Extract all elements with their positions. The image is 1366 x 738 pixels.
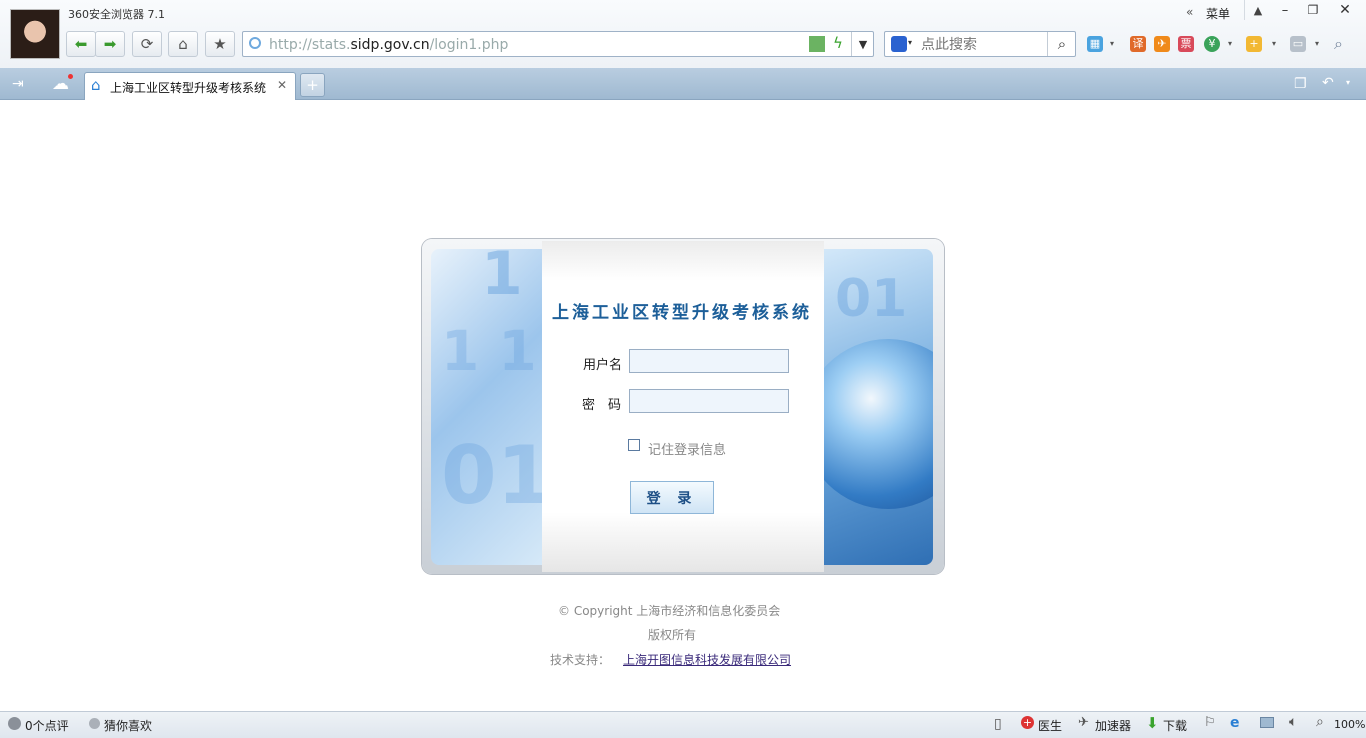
back-arrow-icon: ⬅ [74, 35, 88, 53]
apps-dropdown-icon[interactable]: ▾ [1110, 39, 1114, 48]
rocket-icon[interactable]: ✈ [1078, 715, 1089, 730]
copyright-text: © Copyright 上海市经济和信息化委员会 [558, 604, 781, 618]
password-input[interactable] [629, 389, 789, 413]
app-title: 360安全浏览器 7.1 [68, 8, 165, 21]
binary-decor: 01 [835, 269, 908, 329]
comment-icon[interactable] [8, 717, 21, 730]
rights-text: 版权所有 [648, 628, 697, 642]
tab-list-icon[interactable]: ❐ [1294, 76, 1307, 92]
globe-decor-panel: 01 [823, 249, 933, 565]
username-input[interactable] [629, 349, 789, 373]
flag-icon[interactable]: ⚐ [1204, 715, 1216, 730]
binary-decor: 01 [441, 429, 543, 522]
home-icon: ⌂ [178, 35, 188, 53]
address-dropdown-icon[interactable]: ▼ [851, 32, 874, 56]
sidebar-toggle-icon[interactable]: ⇥ [12, 76, 24, 92]
login-button[interactable]: 登 录 [630, 481, 714, 514]
guess-like-link[interactable]: 猜你喜欢 [104, 717, 152, 734]
home-button[interactable]: ⌂ [168, 31, 198, 57]
system-title: 上海工业区转型升级考核系统 [552, 303, 812, 323]
download-label[interactable]: 下载 [1163, 717, 1187, 734]
star-icon: ★ [213, 35, 227, 53]
undo-close-icon[interactable]: ↶ [1322, 75, 1334, 91]
restore-icon[interactable]: ❐ [1300, 0, 1326, 20]
notification-dot [68, 74, 73, 79]
flight-icon[interactable]: ✈ [1154, 36, 1170, 52]
close-window-icon[interactable]: ✕ [1332, 0, 1358, 20]
globe-image [823, 339, 933, 509]
forward-button[interactable]: ➡ [95, 31, 125, 57]
left-decor-panel: 1 1 1 01 [431, 249, 543, 565]
qrcode-icon[interactable] [809, 36, 825, 52]
zoom-level[interactable]: 100% [1334, 718, 1365, 731]
comments-count[interactable]: 0个点评 [25, 717, 69, 734]
close-tab-icon[interactable]: ✕ [277, 78, 287, 92]
refresh-icon: ⟳ [140, 35, 154, 53]
search-input[interactable] [919, 36, 1043, 54]
shield-money-icon[interactable]: ¥ [1204, 36, 1220, 52]
screenshot-icon[interactable]: ▭ [1290, 36, 1306, 52]
remember-label[interactable]: 记住登录信息 [648, 439, 726, 458]
zoom-icon[interactable]: ⌕ [1316, 714, 1324, 730]
tab-title: 上海工业区转型升级考核系统 [110, 81, 267, 95]
support-company-link[interactable]: 上海开图信息科技发展有限公司 [623, 651, 791, 668]
cloud-icon[interactable]: ☁ [52, 74, 69, 94]
tab-active[interactable]: ⌂ 上海工业区转型升级考核系统 ✕ [84, 72, 296, 100]
collapse-icon[interactable]: « [1186, 5, 1193, 19]
baidu-paw-icon[interactable] [891, 36, 907, 52]
mobile-icon[interactable]: ▯ [994, 716, 1002, 732]
address-bar[interactable]: http://stats.sidp.gov.cn/login1.php ϟ ▼ [242, 31, 874, 57]
support-company-text[interactable]: 上海开图信息科技发展有限公司 [623, 653, 791, 667]
coupon-icon[interactable]: + [1246, 36, 1262, 52]
address-text[interactable]: http://stats.sidp.gov.cn/login1.php [269, 37, 508, 53]
undo-dropdown-icon[interactable]: ▾ [1346, 78, 1350, 87]
search-box[interactable]: ▾ ⌕ [884, 31, 1076, 57]
volume-icon[interactable]: 🔈︎ [1289, 714, 1297, 730]
remember-checkbox[interactable] [628, 439, 640, 451]
doctor-label[interactable]: 医生 [1038, 717, 1062, 734]
refresh-button[interactable]: ⟳ [132, 31, 162, 57]
menu-button[interactable]: 菜单 [1206, 5, 1230, 22]
screenshot-dropdown-icon[interactable]: ▾ [1315, 39, 1319, 48]
shield-dropdown-icon[interactable]: ▾ [1228, 39, 1232, 48]
page-globe-icon [249, 37, 261, 49]
apps-grid-icon[interactable]: ▦ [1087, 36, 1103, 52]
username-label: 用户名 [583, 358, 623, 373]
skin-icon[interactable]: ▲ [1244, 0, 1271, 20]
guess-icon[interactable] [89, 718, 100, 729]
password-label: 密 码 [582, 398, 622, 413]
plus-icon: + [306, 76, 319, 94]
engine-dropdown-icon[interactable]: ▾ [908, 38, 912, 47]
binary-decor: 1 [481, 249, 523, 309]
home-tab-icon: ⌂ [91, 76, 101, 94]
new-tab-button[interactable]: + [300, 73, 325, 97]
user-avatar[interactable] [10, 9, 60, 59]
search-icon[interactable]: ⌕ [1047, 32, 1076, 56]
accelerator-label[interactable]: 加速器 [1095, 717, 1131, 734]
speed-mode-icon[interactable]: ϟ [833, 34, 843, 52]
binary-decor: 1 1 [441, 319, 537, 383]
minimize-icon[interactable]: – [1272, 0, 1298, 20]
screen-icon[interactable] [1260, 717, 1274, 728]
coupon-dropdown-icon[interactable]: ▾ [1272, 39, 1276, 48]
support-label: 技术支持： [550, 653, 611, 667]
translate-icon[interactable]: 译 [1130, 36, 1146, 52]
back-button[interactable]: ⬅ [66, 31, 96, 57]
zoom-tool-icon[interactable]: ⌕ [1334, 34, 1343, 54]
download-icon[interactable]: ⬇ [1146, 714, 1159, 732]
forward-arrow-icon: ➡ [103, 35, 117, 53]
doctor-icon[interactable]: + [1021, 716, 1034, 729]
status-bar [0, 711, 1366, 738]
weibo-icon[interactable]: 票 [1178, 36, 1194, 52]
ie-icon[interactable]: e [1230, 715, 1240, 731]
favorite-button[interactable]: ★ [205, 31, 235, 57]
